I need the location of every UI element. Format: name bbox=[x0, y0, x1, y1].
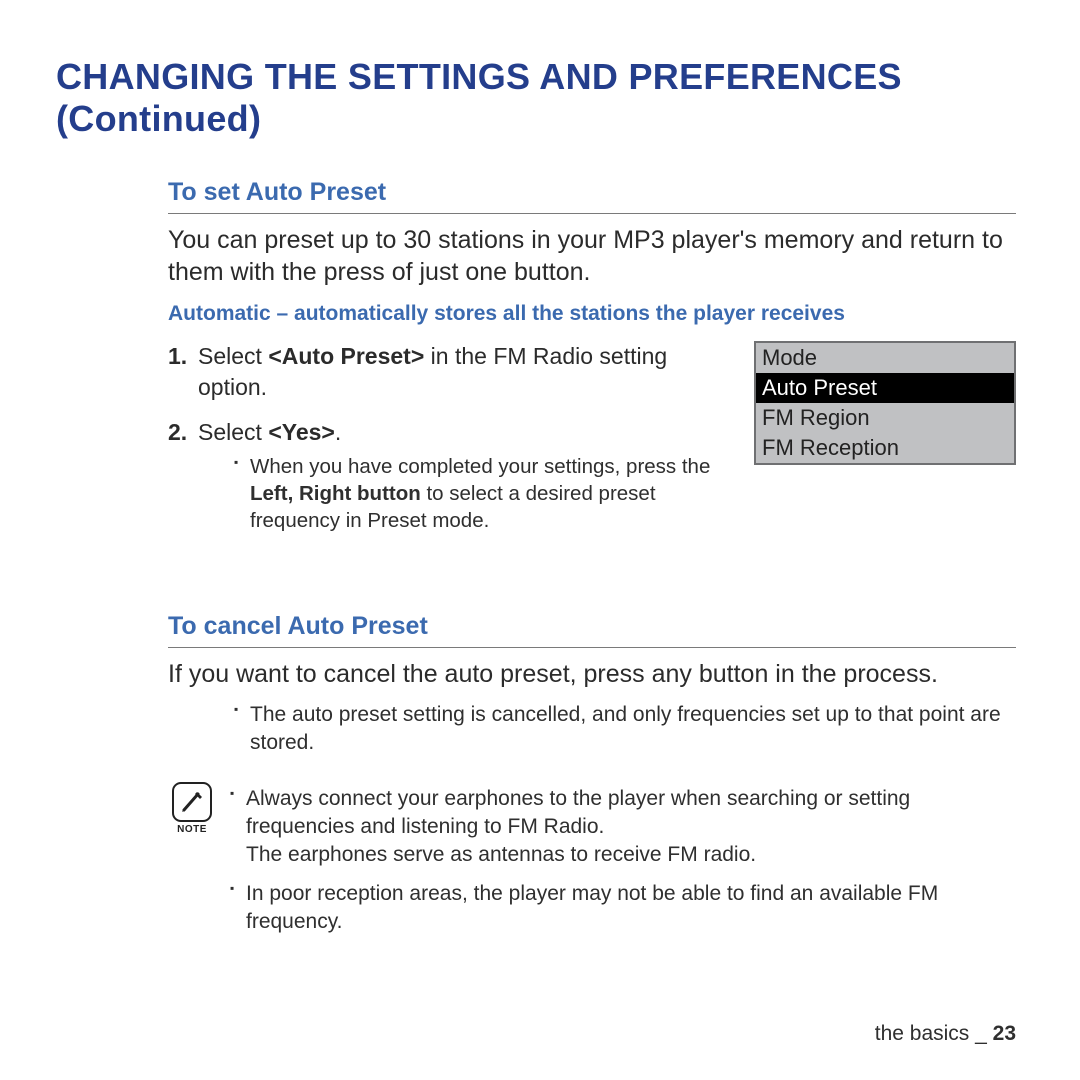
note-label: NOTE bbox=[168, 824, 216, 835]
cancel-body: If you want to cancel the auto preset, p… bbox=[168, 658, 1016, 691]
page-footer: the basics _ 23 bbox=[875, 1022, 1016, 1046]
menu-box: Mode Auto Preset FM Region FM Reception bbox=[754, 341, 1016, 465]
section-set-auto-preset: To set Auto Preset You can preset up to … bbox=[168, 178, 1016, 548]
note-item: Always connect your earphones to the pla… bbox=[230, 785, 1016, 868]
note-text: The earphones serve as antennas to recei… bbox=[246, 841, 1016, 869]
section-cancel-auto-preset: To cancel Auto Preset If you want to can… bbox=[168, 612, 1016, 948]
sub-heading: Automatic – automatically stores all the… bbox=[168, 300, 1016, 327]
cancel-bullet: The auto preset setting is cancelled, an… bbox=[234, 701, 1016, 756]
steps-list: Select <Auto Preset> in the FM Radio set… bbox=[168, 341, 734, 534]
menu-item-fm-reception: FM Reception bbox=[756, 433, 1014, 463]
step-text: Select bbox=[198, 343, 268, 369]
note-list: Always connect your earphones to the pla… bbox=[230, 785, 1016, 948]
divider bbox=[168, 647, 1016, 648]
note-block: NOTE Always connect your earphones to th… bbox=[168, 782, 1016, 948]
step-text-bold: <Auto Preset> bbox=[268, 343, 424, 369]
note-icon bbox=[172, 782, 212, 822]
step-1: Select <Auto Preset> in the FM Radio set… bbox=[168, 341, 734, 403]
divider bbox=[168, 213, 1016, 214]
page-title: CHANGING THE SETTINGS AND PREFERENCES (C… bbox=[56, 56, 1024, 140]
footer-page-number: 23 bbox=[993, 1022, 1016, 1045]
menu-item-auto-preset: Auto Preset bbox=[756, 373, 1014, 403]
menu-item-fm-region: FM Region bbox=[756, 403, 1014, 433]
section-title: To cancel Auto Preset bbox=[168, 612, 1016, 641]
section-title: To set Auto Preset bbox=[168, 178, 1016, 207]
bullet-text: When you have completed your settings, p… bbox=[250, 455, 710, 478]
bullet-text-bold: Left, Right button bbox=[250, 482, 421, 505]
intro-text: You can preset up to 30 stations in your… bbox=[168, 224, 1016, 288]
footer-section: the basics _ bbox=[875, 1022, 993, 1045]
step-text: Select bbox=[198, 419, 268, 445]
step-text-bold: <Yes> bbox=[268, 419, 335, 445]
note-item: In poor reception areas, the player may … bbox=[230, 880, 1016, 935]
menu-item-mode: Mode bbox=[756, 343, 1014, 373]
step-2: Select <Yes>. When you have completed yo… bbox=[168, 417, 734, 534]
step-2-bullet: When you have completed your settings, p… bbox=[234, 454, 734, 534]
note-text: Always connect your earphones to the pla… bbox=[246, 787, 910, 838]
step-text: . bbox=[335, 419, 341, 445]
